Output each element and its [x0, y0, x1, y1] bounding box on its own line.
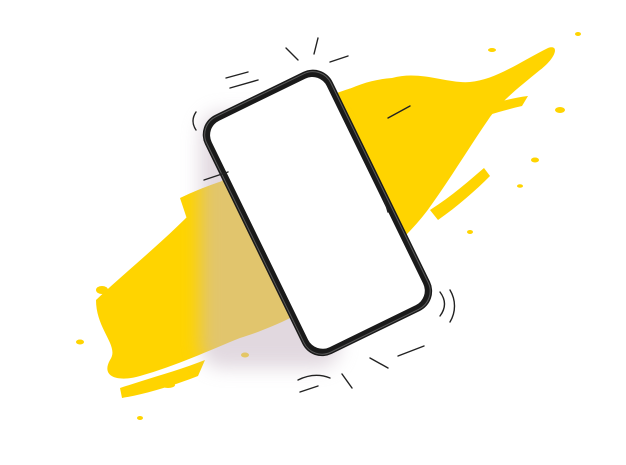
motion-line [397, 345, 425, 357]
motion-line [329, 55, 349, 63]
droplet [467, 230, 473, 234]
droplet [96, 286, 108, 294]
motion-line [369, 357, 389, 369]
motion-curve [192, 111, 197, 131]
illustration-canvas [76, 32, 581, 420]
motion-line [285, 47, 299, 61]
motion-line [229, 79, 259, 89]
motion-line [313, 37, 319, 55]
droplet [531, 157, 539, 163]
droplet [575, 32, 581, 36]
illustration-scene [0, 0, 626, 465]
motion-line [225, 71, 249, 79]
droplet [76, 339, 84, 345]
droplet [161, 382, 175, 388]
droplet [137, 416, 143, 420]
motion-line [341, 373, 353, 389]
motion-line [299, 385, 319, 393]
droplet [488, 48, 496, 52]
motion-curve [449, 289, 456, 323]
motion-curve [297, 374, 331, 381]
motion-curve [439, 291, 446, 317]
droplet [555, 107, 565, 113]
droplet [517, 184, 523, 188]
